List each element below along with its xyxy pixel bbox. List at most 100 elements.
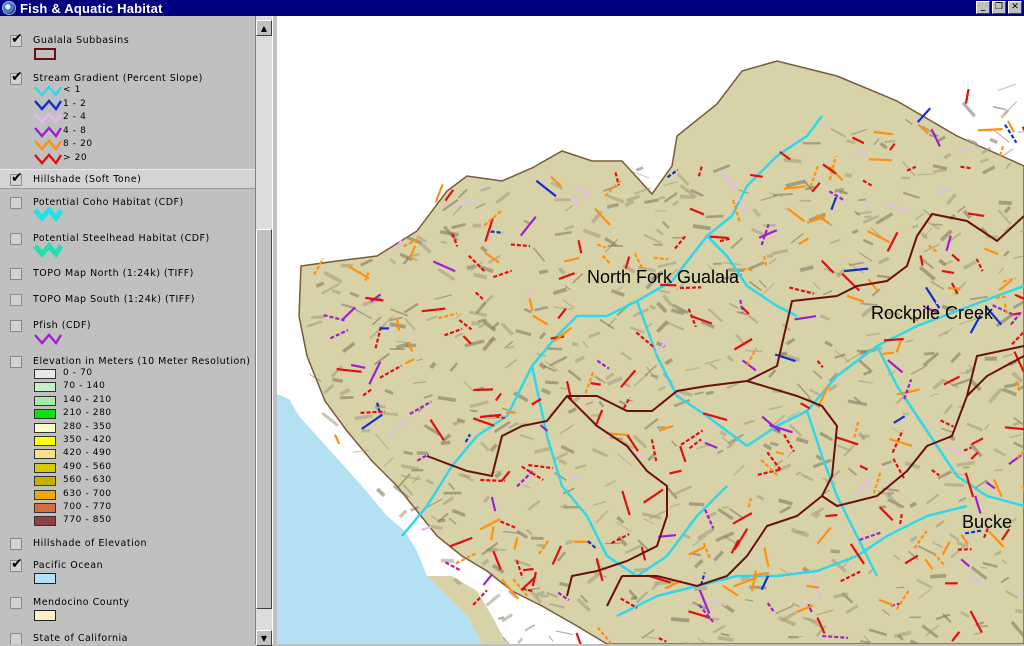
gradient-class-label: 8 - 20 [63, 139, 93, 149]
elevation-swatch [34, 449, 56, 459]
scroll-thumb[interactable] [256, 229, 272, 609]
layer-visibility-checkbox[interactable] [10, 597, 22, 609]
ocean-swatch [34, 573, 56, 584]
layer-visibility-checkbox[interactable]: ✔ [10, 560, 22, 572]
elevation-legend-row: 70 - 140 [0, 381, 256, 394]
layer-visibility-checkbox[interactable] [10, 233, 22, 245]
map-view[interactable]: North Fork Gualala Rockpile Creek Bucke [277, 16, 1024, 644]
elevation-class-label: 420 - 490 [63, 448, 112, 458]
elevation-class-label: 770 - 850 [63, 515, 112, 525]
close-button[interactable]: ✕ [1008, 1, 1022, 14]
layer-visibility-checkbox[interactable]: ✔ [10, 73, 22, 85]
layer-california[interactable]: State of California [0, 632, 256, 644]
layer-name: TOPO Map South (1:24k) (TIFF) [33, 294, 195, 305]
layer-topo-south[interactable]: TOPO Map South (1:24k) (TIFF) [0, 293, 256, 307]
gradient-class-label: < 1 [63, 85, 81, 95]
layer-name: Pacific Ocean [33, 560, 103, 571]
layer-elevation[interactable]: Elevation in Meters (10 Meter Resolution… [0, 355, 256, 369]
map-canvas[interactable] [277, 16, 1024, 644]
steelhead-swatch [33, 242, 63, 258]
elevation-swatch [34, 396, 56, 406]
checkmark-icon: ✔ [11, 557, 23, 571]
layer-name: Hillshade of Elevation [33, 538, 147, 549]
elevation-swatch [34, 382, 56, 392]
layer-name: Elevation in Meters (10 Meter Resolution… [33, 356, 251, 367]
checkmark-icon: ✔ [11, 70, 23, 84]
layer-name: State of California [33, 633, 128, 644]
elevation-legend-row: 560 - 630 [0, 475, 256, 488]
layer-visibility-checkbox[interactable] [10, 356, 22, 368]
gradient-class-label: 1 - 2 [63, 99, 86, 109]
restore-button[interactable]: ❐ [992, 1, 1006, 14]
layer-visibility-checkbox[interactable]: ✔ [10, 174, 22, 186]
elevation-class-label: 630 - 700 [63, 489, 112, 499]
pfish-swatch [33, 331, 63, 347]
elevation-class-label: 700 - 770 [63, 502, 112, 512]
elevation-swatch [34, 463, 56, 473]
elevation-legend-row: 280 - 350 [0, 422, 256, 435]
layer-name: TOPO Map North (1:24k) (TIFF) [33, 268, 194, 279]
elevation-class-label: 70 - 140 [63, 381, 105, 391]
checkmark-icon: ✔ [11, 32, 23, 46]
elevation-legend-row: 700 - 770 [0, 502, 256, 515]
elevation-legend-row: 210 - 280 [0, 408, 256, 421]
gradient-class-label: > 20 [63, 153, 87, 163]
layer-pacific-ocean[interactable]: ✔ Pacific Ocean [0, 559, 256, 573]
elevation-class-label: 0 - 70 [63, 368, 93, 378]
legend-scrollbar[interactable]: ▲ ▼ [256, 16, 272, 644]
layer-visibility-checkbox[interactable] [10, 197, 22, 209]
layer-name: Hillshade (Soft Tone) [33, 174, 141, 185]
layer-visibility-checkbox[interactable]: ✔ [10, 35, 22, 47]
elevation-swatch [34, 490, 56, 500]
elevation-swatch [34, 423, 56, 433]
globe-icon [2, 1, 16, 15]
elevation-legend-row: 0 - 70 [0, 368, 256, 381]
layer-mendocino[interactable]: Mendocino County [0, 596, 256, 610]
layer-name: Mendocino County [33, 597, 129, 608]
elevation-class-label: 490 - 560 [63, 462, 112, 472]
elevation-legend-row: 490 - 560 [0, 462, 256, 475]
gradient-class-label: 4 - 8 [63, 126, 86, 136]
checkmark-icon: ✔ [11, 171, 23, 185]
elevation-swatch [34, 409, 56, 419]
layer-visibility-checkbox[interactable] [10, 268, 22, 280]
label-buckeye: Bucke [962, 512, 1012, 533]
gradient-swatch [33, 151, 63, 167]
coho-swatch [33, 206, 63, 222]
minimize-button[interactable]: _ [976, 1, 990, 14]
elevation-swatch [34, 436, 56, 446]
elevation-class-label: 140 - 210 [63, 395, 112, 405]
subbasin-swatch [34, 48, 56, 60]
elevation-swatch [34, 516, 56, 526]
window-title: Fish & Aquatic Habitat [20, 1, 163, 16]
legend-panel: ✔Gualala Subbasins✔Stream Gradient (Perc… [0, 16, 256, 644]
elevation-swatch [34, 476, 56, 486]
triangle-down-icon: ▼ [261, 634, 267, 643]
layer-visibility-checkbox[interactable] [10, 294, 22, 306]
scroll-up-button[interactable]: ▲ [256, 20, 272, 36]
layer-name: Pfish (CDF) [33, 320, 91, 331]
layer-visibility-checkbox[interactable] [10, 320, 22, 332]
gradient-legend-row: > 20 [0, 153, 256, 166]
label-north-fork-gualala: North Fork Gualala [587, 267, 739, 288]
layer-hillshade-elev[interactable]: Hillshade of Elevation [0, 537, 256, 551]
label-rockpile-creek: Rockpile Creek [871, 303, 993, 324]
elevation-legend-row: 140 - 210 [0, 395, 256, 408]
layer-visibility-checkbox[interactable] [10, 538, 22, 550]
title-bar[interactable]: Fish & Aquatic Habitat _ ❐ ✕ [0, 0, 1024, 16]
elevation-legend-row: 420 - 490 [0, 448, 256, 461]
layer-name: Gualala Subbasins [33, 35, 129, 46]
layer-visibility-checkbox[interactable] [10, 633, 22, 644]
elevation-legend-row: 350 - 420 [0, 435, 256, 448]
elevation-class-label: 210 - 280 [63, 408, 112, 418]
layer-hillshade-soft[interactable]: ✔ Hillshade (Soft Tone) [0, 169, 256, 189]
elevation-legend-row: 770 - 850 [0, 515, 256, 528]
elevation-legend-row: 630 - 700 [0, 489, 256, 502]
layer-subbasins[interactable]: ✔ Gualala Subbasins [0, 34, 256, 48]
elevation-class-label: 350 - 420 [63, 435, 112, 445]
county-swatch [34, 610, 56, 621]
elevation-swatch [34, 503, 56, 513]
elevation-swatch [34, 369, 56, 379]
layer-topo-north[interactable]: TOPO Map North (1:24k) (TIFF) [0, 267, 256, 281]
triangle-up-icon: ▲ [261, 24, 267, 33]
